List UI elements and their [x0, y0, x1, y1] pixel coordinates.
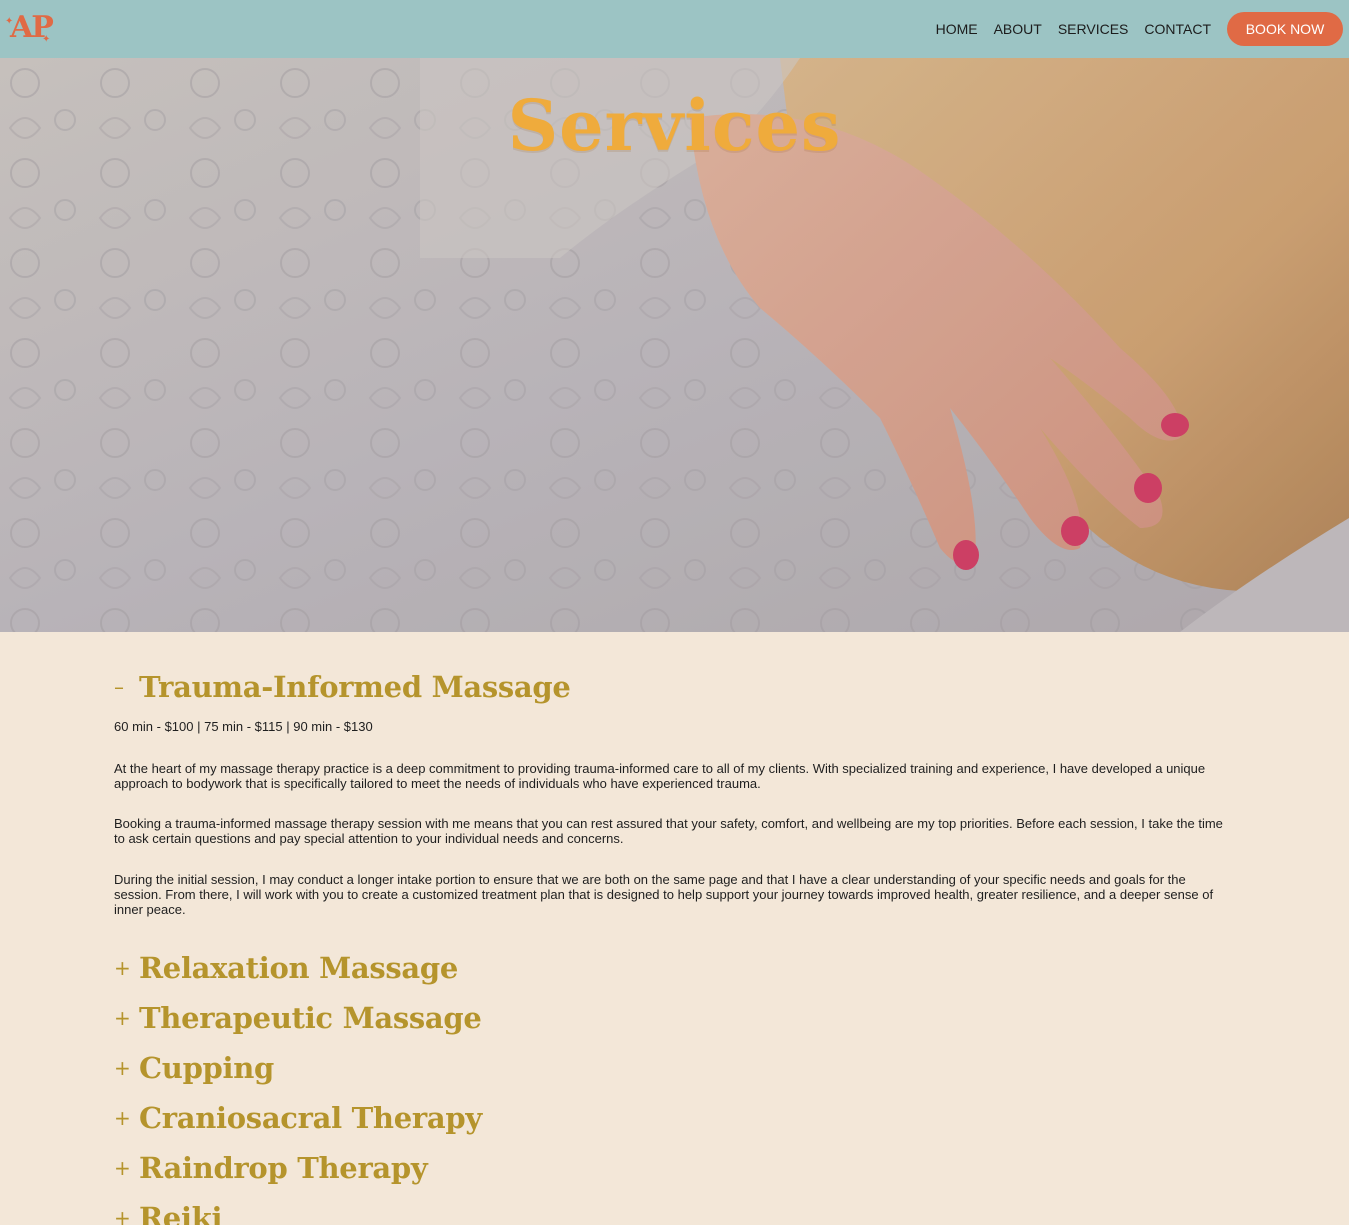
nav-contact[interactable]: CONTACT — [1144, 21, 1211, 37]
expand-icon[interactable]: + — [114, 1006, 139, 1030]
logo[interactable]: ✦ AP ✦ — [5, 9, 54, 49]
accordion-title[interactable]: Reiki — [139, 1201, 222, 1225]
accordion-title[interactable]: Craniosacral Therapy — [139, 1101, 482, 1135]
accordion-item-trauma-informed-massage[interactable]: – Trauma-Informed Massage — [114, 670, 1234, 704]
accordion-item-reiki[interactable]: + Reiki — [114, 1193, 1234, 1225]
expand-icon[interactable]: + — [114, 1056, 139, 1080]
services-accordion: – Trauma-Informed Massage 60 min - $100 … — [114, 632, 1234, 1225]
expand-icon[interactable]: + — [114, 1156, 139, 1180]
service-pricing: 60 min - $100 | 75 min - $115 | 90 min -… — [114, 719, 373, 734]
sparkle-icon: ✦ — [42, 34, 51, 45]
collapse-icon[interactable]: – — [114, 675, 139, 699]
book-now-button[interactable]: BOOK NOW — [1227, 12, 1343, 46]
nav-services[interactable]: SERVICES — [1058, 21, 1129, 37]
main-nav: HOME ABOUT SERVICES CONTACT BOOK NOW — [936, 12, 1343, 46]
service-description: Booking a trauma-informed massage therap… — [114, 816, 1223, 846]
service-description: At the heart of my massage therapy pract… — [114, 761, 1206, 791]
hero-banner: Services — [0, 58, 1349, 632]
service-description: During the initial session, I may conduc… — [114, 872, 1214, 917]
site-header: ✦ AP ✦ HOME ABOUT SERVICES CONTACT BOOK … — [0, 0, 1349, 58]
accordion-item-raindrop-therapy[interactable]: + Raindrop Therapy — [114, 1143, 1234, 1193]
accordion-title[interactable]: Therapeutic Massage — [139, 1001, 482, 1035]
accordion-item-craniosacral-therapy[interactable]: + Craniosacral Therapy — [114, 1093, 1234, 1143]
accordion-title[interactable]: Cupping — [139, 1051, 274, 1085]
accordion-title[interactable]: Raindrop Therapy — [139, 1151, 428, 1185]
accordion-title[interactable]: Relaxation Massage — [139, 951, 458, 985]
accordion-item-therapeutic-massage[interactable]: + Therapeutic Massage — [114, 993, 1234, 1043]
nav-home[interactable]: HOME — [936, 21, 978, 37]
accordion-item-cupping[interactable]: + Cupping — [114, 1043, 1234, 1093]
expand-icon[interactable]: + — [114, 1106, 139, 1130]
accordion-title[interactable]: Trauma-Informed Massage — [139, 670, 571, 704]
expand-icon[interactable]: + — [114, 1206, 139, 1225]
expand-icon[interactable]: + — [114, 956, 139, 980]
nav-about[interactable]: ABOUT — [994, 21, 1042, 37]
accordion-item-relaxation-massage[interactable]: + Relaxation Massage — [114, 943, 1234, 993]
page-title: Services — [507, 84, 842, 167]
